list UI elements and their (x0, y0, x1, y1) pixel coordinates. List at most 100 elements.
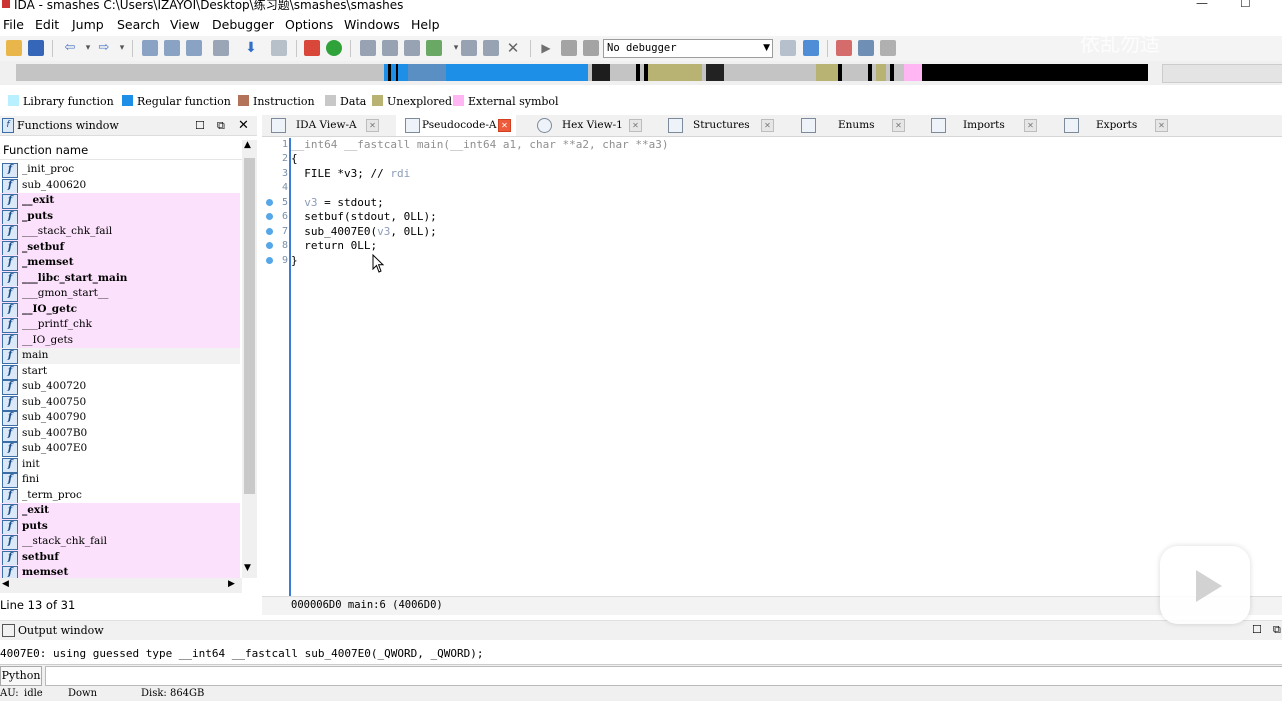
function-row[interactable]: f fini (0, 472, 240, 488)
code-line[interactable]: return 0LL; (291, 239, 377, 252)
tab-ida-view-a[interactable]: IDA View-A ✕ (262, 115, 392, 136)
function-row[interactable]: f ___gmon_start__ (0, 286, 240, 302)
search-next-icon[interactable] (213, 40, 229, 56)
download-arrow-icon[interactable]: ⬇ (243, 40, 259, 56)
breakpoint-list-icon[interactable] (836, 40, 852, 56)
pause-icon[interactable] (561, 40, 577, 56)
function-row[interactable]: f __stack_chk_fail (0, 534, 240, 550)
menu-windows[interactable]: Windows (344, 17, 400, 32)
code-line[interactable]: sub_4007E0(v3, 0LL); (291, 225, 436, 238)
xref-icon[interactable] (404, 40, 420, 56)
close-icon[interactable]: ✕ (366, 119, 379, 132)
debugger-select[interactable]: No debugger ▼ (603, 39, 773, 58)
function-row[interactable]: f puts (0, 518, 240, 535)
menu-jump[interactable]: Jump (72, 17, 104, 32)
function-row[interactable]: f main (0, 348, 240, 364)
maximize-button[interactable]: ☐ (1240, 0, 1251, 10)
function-row[interactable]: f sub_400720 (0, 379, 240, 395)
breakpoint-dot[interactable] (266, 242, 273, 249)
scroll-right-icon[interactable]: ▶ (228, 579, 235, 589)
function-row[interactable]: f sub_4007E0 (0, 441, 240, 457)
function-row[interactable]: f __IO_getc (0, 301, 240, 318)
function-row[interactable]: f setbuf (0, 549, 240, 566)
float-window-icon[interactable]: ☐ (195, 119, 205, 132)
function-row[interactable]: f ___libc_start_main (0, 270, 240, 287)
navigation-band[interactable] (16, 64, 1148, 81)
close-x-icon[interactable]: ✕ (505, 40, 521, 56)
immediate-search-icon[interactable] (186, 40, 202, 56)
function-row[interactable]: f start (0, 364, 240, 380)
forward-dropdown-icon[interactable]: ▾ (114, 40, 130, 56)
close-icon[interactable]: ✕ (629, 119, 642, 132)
python-language-button[interactable]: Python (0, 666, 42, 686)
functions-column-header[interactable]: Function name (0, 140, 242, 160)
stop-sign-icon[interactable] (304, 40, 320, 56)
code-line[interactable]: } (291, 254, 298, 267)
minimize-button[interactable]: — (1196, 0, 1208, 10)
tab-hex-view-1[interactable]: Hex View-1 ✕ (528, 115, 653, 136)
tab-structures[interactable]: Structures ✕ (659, 115, 784, 136)
tab-enums[interactable]: Enums ✕ (792, 115, 912, 136)
menu-help[interactable]: Help (411, 17, 440, 32)
run-script-icon[interactable] (426, 40, 442, 56)
function-row[interactable]: f __exit (0, 193, 240, 209)
scroll-left-icon[interactable]: ◀ (2, 579, 9, 589)
menu-file[interactable]: File (3, 17, 24, 32)
save-icon[interactable] (28, 40, 44, 56)
function-row[interactable]: f sub_400620 (0, 178, 240, 194)
function-row[interactable]: f sub_4007B0 (0, 426, 240, 442)
stop-icon[interactable] (583, 40, 599, 56)
code-line[interactable]: __int64 __fastcall main(__int64 a1, char… (291, 138, 669, 151)
close-icon[interactable]: ✕ (892, 119, 905, 132)
function-row[interactable]: f ___printf_chk (0, 317, 240, 333)
code-line[interactable]: FILE *v3; // rdi (291, 167, 410, 180)
text-search-icon[interactable] (164, 40, 180, 56)
code-line[interactable]: setbuf(stdout, 0LL); (291, 210, 436, 223)
code-line[interactable]: v3 = stdout; (291, 196, 383, 209)
restore-window-icon[interactable]: ⧉ (217, 119, 225, 133)
function-row[interactable]: f _memset (0, 255, 240, 271)
close-icon[interactable]: ✕ (1024, 119, 1037, 132)
video-play-button[interactable] (1160, 546, 1250, 624)
back-icon[interactable]: ⇦ (62, 40, 78, 56)
menu-view[interactable]: View (170, 17, 200, 32)
function-row[interactable]: f init (0, 457, 240, 473)
struct-icon[interactable] (382, 40, 398, 56)
restore-window-icon[interactable]: ⧉ (1273, 623, 1281, 637)
function-row[interactable]: f _puts (0, 208, 240, 225)
function-row[interactable]: f _setbuf (0, 239, 240, 256)
plugin-icon[interactable] (461, 40, 477, 56)
close-icon[interactable]: ✕ (498, 119, 511, 132)
function-row[interactable]: f sub_400790 (0, 410, 240, 426)
close-icon[interactable]: ✕ (238, 118, 249, 133)
menu-options[interactable]: Options (285, 17, 333, 32)
functions-horizontal-scrollbar[interactable]: ◀ ▶ (0, 578, 242, 593)
start-debug-icon[interactable]: ▶ (538, 40, 554, 56)
forward-icon[interactable]: ⇨ (96, 40, 112, 56)
tracing-icon[interactable] (858, 40, 874, 56)
function-row[interactable]: f _exit (0, 503, 240, 519)
tab-exports[interactable]: Exports ✕ (1055, 115, 1180, 136)
open-icon[interactable] (6, 40, 22, 56)
function-row[interactable]: f memset (0, 565, 240, 578)
code-line[interactable]: { (291, 152, 298, 165)
binary-search-icon[interactable] (142, 40, 158, 56)
function-row[interactable]: f sub_400750 (0, 395, 240, 411)
python-command-input[interactable] (45, 666, 1282, 686)
breakpoint-dot[interactable] (266, 257, 273, 264)
close-icon[interactable]: ✕ (761, 119, 774, 132)
attach-icon[interactable] (780, 40, 796, 56)
function-row[interactable]: f _term_proc (0, 488, 240, 504)
tab-pseudocode-a[interactable]: Pseudocode-A ✕ (396, 115, 516, 136)
green-circle-icon[interactable] (326, 40, 342, 56)
scroll-down-icon[interactable]: ▼ (244, 563, 251, 573)
code-icon[interactable] (271, 40, 287, 56)
menu-debugger[interactable]: Debugger (212, 17, 274, 32)
function-row[interactable]: f __IO_gets (0, 332, 240, 349)
menu-search[interactable]: Search (117, 17, 160, 32)
options-icon[interactable] (880, 40, 896, 56)
close-icon[interactable]: ✕ (1155, 119, 1168, 132)
breakpoint-dot[interactable] (266, 213, 273, 220)
back-dropdown-icon[interactable]: ▾ (80, 40, 96, 56)
menu-edit[interactable]: Edit (35, 17, 59, 32)
